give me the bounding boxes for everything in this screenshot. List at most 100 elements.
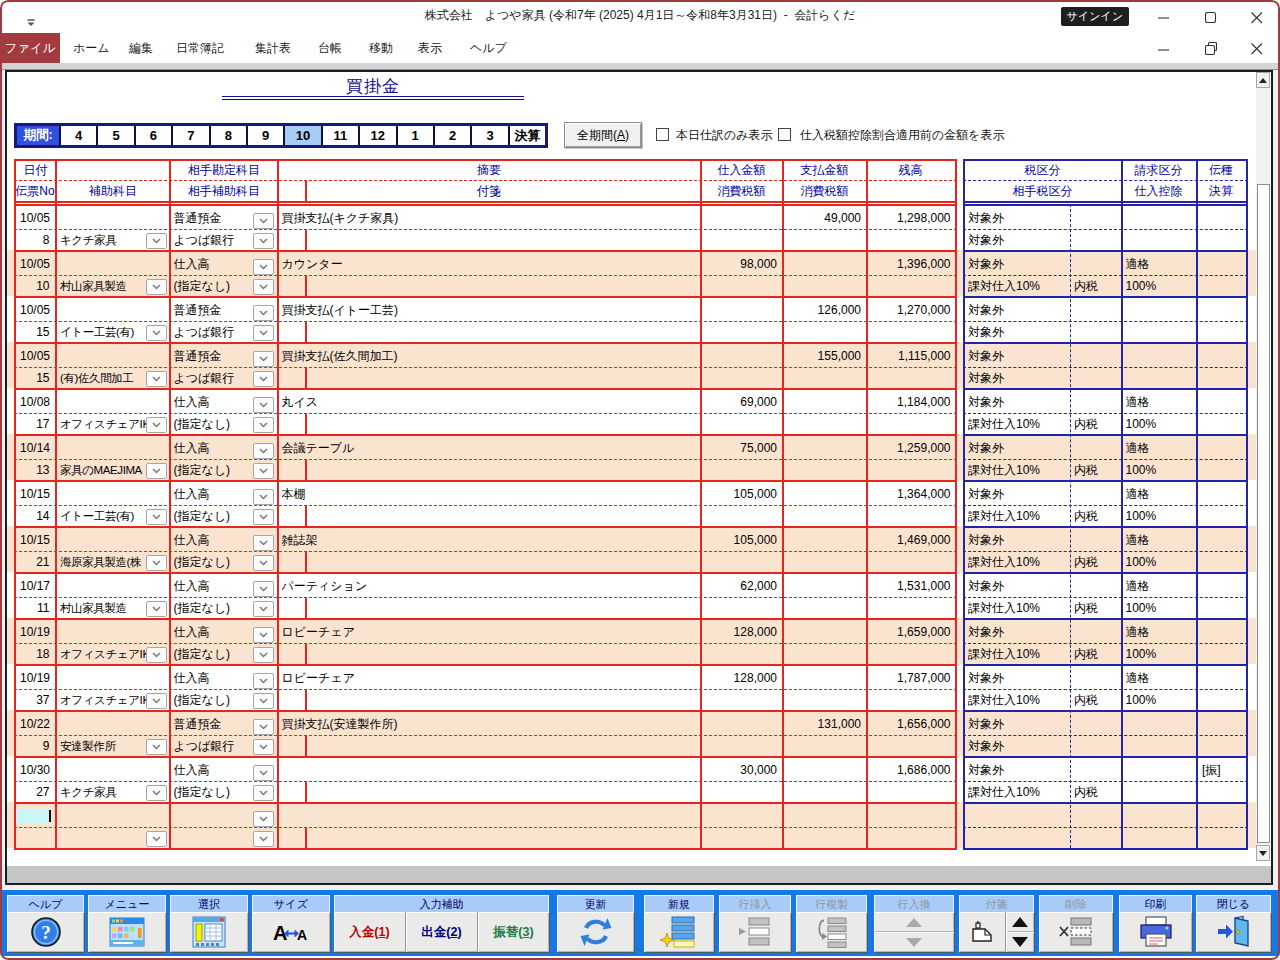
cell-counter-sub-account[interactable]: よつば銀行 — [174, 231, 254, 249]
cell-description[interactable]: パーティション — [282, 575, 682, 597]
cell-sub-account[interactable]: イトー工芸(有) — [60, 507, 146, 525]
cell-tax-class[interactable]: 対象外 — [968, 391, 1068, 413]
period-cell-11[interactable]: 11 — [321, 126, 358, 145]
all-period-button[interactable]: 全期間(A) — [564, 122, 642, 148]
period-cell-4[interactable]: 4 — [59, 126, 96, 145]
cell-counter-sub-account[interactable]: (指定なし) — [174, 691, 254, 709]
cell-counter-sub-account[interactable]: よつば銀行 — [174, 369, 254, 387]
cell-payment-amount[interactable] — [784, 667, 861, 689]
cell-purchase-amount[interactable]: 75,000 — [700, 437, 777, 459]
cell-counter-account[interactable]: 普通預金 — [174, 207, 254, 229]
cell-date[interactable]: 10/19 — [20, 621, 54, 643]
cell-slip-type[interactable] — [1202, 575, 1245, 597]
dropdown-button[interactable] — [146, 831, 167, 847]
dropdown-button[interactable] — [253, 811, 274, 827]
select-button[interactable] — [170, 912, 248, 952]
cell-counter-sub-account[interactable]: (指定なし) — [174, 415, 254, 433]
cell-balance[interactable]: 1,469,000 — [866, 529, 951, 551]
cell-invoice-class[interactable]: 適格 — [1126, 253, 1194, 275]
scroll-down-button[interactable] — [1256, 845, 1270, 861]
cell-tax-included[interactable] — [1074, 737, 1119, 755]
cell-slip-type[interactable] — [1202, 437, 1245, 459]
cell-purchase-amount[interactable] — [700, 713, 777, 735]
cell-deduction-rate[interactable]: 100% — [1126, 645, 1194, 663]
cell-description[interactable]: 買掛支払(イトー工芸) — [282, 299, 682, 321]
cell-counter-tax-class[interactable]: 課対仕入10% — [968, 507, 1068, 525]
dropdown-button[interactable] — [253, 325, 274, 341]
cell-sub-account[interactable]: イトー工芸(有) — [60, 323, 146, 341]
cell-date[interactable]: 10/15 — [20, 483, 54, 505]
cell-counter-account[interactable]: 仕入高 — [174, 621, 254, 643]
cell-tax-class[interactable]: 対象外 — [968, 575, 1068, 597]
cell-slip-type[interactable] — [1202, 667, 1245, 689]
cell-tax-included[interactable]: 内税 — [1074, 783, 1119, 801]
cell-tax-class[interactable]: 対象外 — [968, 667, 1068, 689]
cell-sub-account[interactable] — [60, 829, 146, 847]
cell-balance[interactable]: 1,115,000 — [866, 345, 951, 367]
cell-tax-class[interactable]: 対象外 — [968, 345, 1068, 367]
cell-description[interactable]: カウンター — [282, 253, 682, 275]
cell-slip-type[interactable] — [1202, 391, 1245, 413]
cell-invoice-class[interactable] — [1126, 759, 1194, 781]
dropdown-button[interactable] — [146, 693, 167, 709]
dropdown-button[interactable] — [146, 279, 167, 295]
dropdown-button[interactable] — [146, 417, 167, 433]
cell-payment-amount[interactable]: 126,000 — [784, 299, 861, 321]
cell-purchase-amount[interactable]: 69,000 — [700, 391, 777, 413]
period-cell-3[interactable]: 3 — [470, 126, 507, 145]
cell-counter-account[interactable]: 仕入高 — [174, 253, 254, 275]
cell-purchase-amount[interactable] — [700, 345, 777, 367]
withdraw-button[interactable]: 出金(2) — [405, 912, 477, 952]
cell-sub-account[interactable]: 家具のMAEJIMA — [60, 461, 146, 479]
cell-tax-included[interactable] — [1074, 369, 1119, 387]
cell-sub-account[interactable]: 村山家具製造 — [60, 599, 146, 617]
cell-counter-tax-class[interactable]: 課対仕入10% — [968, 415, 1068, 433]
cell-tax-included[interactable] — [1074, 231, 1119, 249]
cell-tax-class[interactable]: 対象外 — [968, 759, 1068, 781]
dropdown-button[interactable] — [146, 647, 167, 663]
dropdown-button[interactable] — [253, 765, 274, 781]
cell-tax-class[interactable] — [968, 805, 1068, 827]
cell-payment-amount[interactable] — [784, 805, 861, 827]
new-button[interactable] — [644, 912, 714, 952]
cell-counter-tax-class[interactable]: 対象外 — [968, 231, 1068, 249]
cell-balance[interactable]: 1,396,000 — [866, 253, 951, 275]
cell-counter-sub-account[interactable]: よつば銀行 — [174, 737, 254, 755]
cell-counter-account[interactable] — [174, 805, 254, 827]
cell-balance[interactable]: 1,184,000 — [866, 391, 951, 413]
period-cell-1[interactable]: 1 — [396, 126, 433, 145]
cell-deduction-rate[interactable]: 100% — [1126, 461, 1194, 479]
dropdown-button[interactable] — [253, 555, 274, 571]
cell-description[interactable]: 本棚 — [282, 483, 682, 505]
cell-counter-tax-class[interactable]: 課対仕入10% — [968, 783, 1068, 801]
dropdown-button[interactable] — [146, 739, 167, 755]
cell-slip-type[interactable] — [1202, 621, 1245, 643]
cell-sub-account[interactable]: 海原家具製造(株 — [60, 553, 146, 571]
cell-deduction-rate[interactable] — [1126, 369, 1194, 387]
cell-payment-amount[interactable]: 131,000 — [784, 713, 861, 735]
cell-counter-sub-account[interactable]: よつば銀行 — [174, 323, 254, 341]
cell-tax-class[interactable]: 対象外 — [968, 713, 1068, 735]
cell-date[interactable]: 10/14 — [20, 437, 54, 459]
dropdown-button[interactable] — [253, 233, 274, 249]
cell-counter-tax-class[interactable] — [968, 829, 1068, 847]
cell-tax-included[interactable] — [1074, 829, 1119, 847]
cell-tax-class[interactable]: 対象外 — [968, 253, 1068, 275]
transfer-button[interactable]: 振替(3) — [477, 912, 549, 952]
close-window-button[interactable] — [1196, 912, 1271, 952]
cell-date[interactable]: 10/22 — [20, 713, 54, 735]
cell-deduction-rate[interactable] — [1126, 783, 1194, 801]
cell-tax-included[interactable]: 内税 — [1074, 645, 1119, 663]
today-only-checkbox[interactable] — [656, 128, 669, 141]
cell-counter-account[interactable]: 普通預金 — [174, 299, 254, 321]
period-cell-7[interactable]: 7 — [171, 126, 208, 145]
cell-voucher-no[interactable]: 21 — [14, 553, 50, 571]
cell-description[interactable] — [282, 759, 682, 781]
cell-invoice-class[interactable] — [1126, 713, 1194, 735]
dropdown-button[interactable] — [253, 371, 274, 387]
cell-description[interactable]: 買掛支払(佐久間加工) — [282, 345, 682, 367]
cell-date[interactable]: 10/05 — [20, 253, 54, 275]
cell-counter-account[interactable]: 仕入高 — [174, 391, 254, 413]
cell-counter-sub-account[interactable]: (指定なし) — [174, 599, 254, 617]
dropdown-button[interactable] — [253, 719, 274, 735]
